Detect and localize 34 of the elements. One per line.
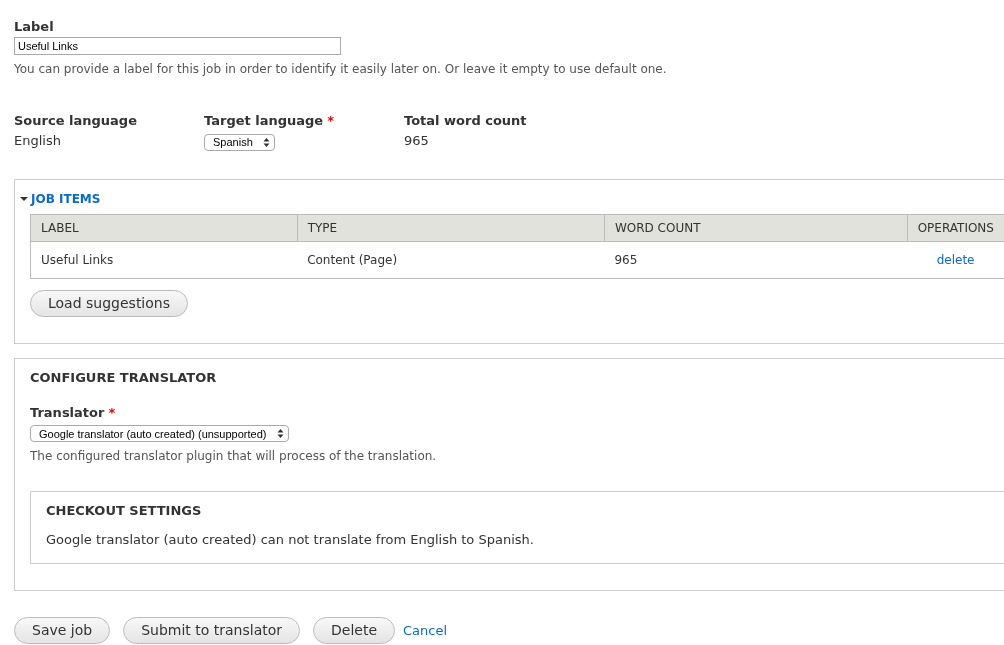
action-button[interactable]: Delete — [313, 617, 396, 644]
field-value: English — [14, 132, 62, 150]
select-field[interactable]: Google translator (auto created) (unsupported) — [30, 425, 289, 443]
section-title: CONFIGURE TRANSLATOR — [30, 368, 218, 385]
action-button[interactable]: Submit to translator — [123, 617, 301, 644]
field-label: Translator — [30, 403, 105, 420]
required-marker: * — [108, 403, 116, 420]
table-cell: Useful Links — [30, 241, 298, 278]
dropdown-arrows-icon — [263, 136, 270, 148]
job-items-toggle[interactable]: JOB ITEMS — [20, 189, 101, 208]
column-header: TYPE — [297, 214, 605, 241]
field-label: Label — [14, 18, 55, 34]
message-text: Google translator (auto created) can not translate from English to Spanish. — [46, 530, 535, 549]
field-description: The configured translator plugin that will process of the translation. — [30, 448, 438, 465]
field-label: Total word count — [404, 112, 527, 128]
delete-link[interactable]: delete — [936, 252, 975, 267]
field-value: 965 — [404, 132, 430, 150]
column-header: WORD COUNT — [604, 214, 908, 241]
table-cell: Content (Page) — [297, 241, 605, 278]
table-cell: 965 — [604, 241, 908, 278]
action-button[interactable]: Save job — [14, 617, 111, 644]
cancel-link[interactable]: Cancel — [403, 620, 448, 641]
text-input[interactable]: Useful Links — [14, 37, 341, 55]
required-marker: * — [327, 112, 334, 128]
select-field[interactable]: Spanish — [204, 133, 275, 151]
field-description: You can provide a label for this job in order to identify it easily later on. Or leave it empty to use default one. — [14, 61, 668, 78]
field-label: Source language — [14, 112, 137, 128]
field-label: Target language — [204, 112, 324, 128]
section-title: CHECKOUT SETTINGS — [46, 502, 203, 520]
triangle-down-icon — [20, 195, 28, 202]
load-suggestions-button[interactable]: Load suggestions — [30, 289, 188, 317]
column-header: OPERATIONS — [907, 214, 1004, 241]
column-header: LABEL — [30, 214, 298, 241]
dropdown-arrows-icon — [277, 428, 284, 440]
